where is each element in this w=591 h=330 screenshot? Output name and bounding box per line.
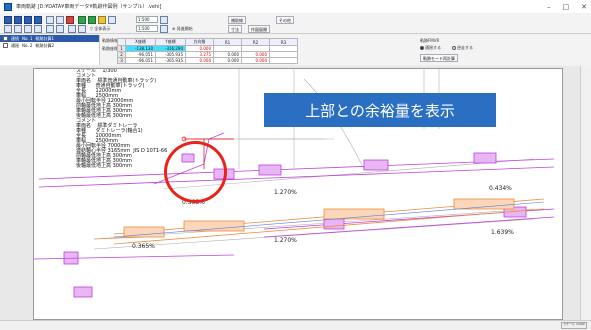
coordinate-panel: 軌跡情報 軌跡座標 X座標 Y座標 方向角 R1 R2 R3 1 -138.13…: [100, 35, 591, 65]
scale-dropdown-icon[interactable]: [160, 25, 168, 33]
close-button[interactable]: ✕: [581, 3, 587, 11]
print-icon[interactable]: [34, 16, 42, 24]
settings-icon[interactable]: [98, 16, 106, 24]
maximize-button[interactable]: □: [563, 3, 570, 11]
pointer-icon[interactable]: [68, 25, 76, 33]
other-button[interactable]: その他: [276, 16, 294, 24]
track-icon[interactable]: [88, 16, 96, 24]
track-coord-label: 軌跡座標: [102, 46, 118, 51]
scale-field[interactable]: 1:500: [136, 25, 158, 32]
track-item-1[interactable]: 連続 No. 1 軌跡計算1: [0, 35, 99, 42]
grade-label: 1.639%: [491, 229, 514, 236]
redo-icon[interactable]: [56, 16, 64, 24]
minimize-button[interactable]: –: [547, 3, 551, 11]
new-file-icon[interactable]: [4, 16, 12, 24]
start-button[interactable]: ⊕ 発進開始: [172, 26, 193, 32]
radio-on-icon[interactable]: [420, 46, 424, 50]
trailer-track-blue: [113, 201, 545, 238]
status-bar: スケール 1/300: [0, 320, 591, 330]
radio-off-icon[interactable]: [452, 46, 456, 50]
zoom-field[interactable]: 1:500: [136, 16, 158, 23]
display-setting-button[interactable]: 作図展開: [248, 25, 270, 33]
clearance-callout: 上部との余裕量を表示: [264, 93, 496, 127]
toolbar: ▽ 全体表示 1:500 1:500 ⊕ 発進開始 補助線 寸法 作図展開 その…: [0, 13, 591, 34]
option-reverse[interactable]: 逆走する: [452, 45, 473, 51]
zoom-out-icon[interactable]: [14, 25, 22, 33]
undo-icon[interactable]: [46, 16, 54, 24]
search-icon[interactable]: [46, 25, 54, 33]
track-item-2[interactable]: 通過 No. 2 軌跡計算2: [0, 42, 99, 49]
track-list: 連続 No. 1 軌跡計算1 通過 No. 2 軌跡計算2: [0, 35, 100, 65]
vehicle-icon[interactable]: [78, 16, 86, 24]
help-icon[interactable]: [108, 16, 116, 24]
zoom-in-icon[interactable]: [4, 25, 12, 33]
delete-icon[interactable]: [66, 16, 74, 24]
vertical-scrollbar[interactable]: [580, 66, 591, 320]
aux-line-button[interactable]: 補助線: [228, 16, 246, 24]
table-row[interactable]: 3 -96.051 -305.935 0.000 0.000 0.000: [117, 57, 298, 64]
zoom-dropdown-icon[interactable]: [160, 16, 168, 24]
dimension-button[interactable]: 寸法: [228, 25, 242, 33]
show-all-button[interactable]: ▽ 全体表示: [90, 26, 110, 32]
grade-label: 1.270%: [274, 237, 297, 244]
fit-icon[interactable]: [34, 25, 42, 33]
recalculate-button[interactable]: 軌跡モード再計算: [420, 54, 458, 62]
zoom-window-icon[interactable]: [56, 25, 64, 33]
grid-icon[interactable]: [78, 25, 86, 33]
track-info-label: 軌跡情報: [102, 38, 118, 43]
track-checkbox-2[interactable]: [3, 43, 8, 48]
highlight-ring: [164, 141, 227, 203]
window-title: 車両軌跡 [D:¥DATA¥車両データ¥軌跡作図例（サンプル）.vehi]: [16, 4, 162, 10]
coordinate-table: X座標 Y座標 方向角 R1 R2 R3 1 -138.130 -316.290…: [117, 38, 298, 64]
options-title: 軌跡FMVR: [420, 38, 440, 43]
save-icon[interactable]: [24, 16, 32, 24]
grade-label: 1.270%: [274, 189, 297, 196]
pan-icon[interactable]: [24, 25, 32, 33]
app-icon: [4, 2, 12, 11]
scale-status: スケール 1/300: [561, 322, 587, 329]
option-pass[interactable]: 通過する: [420, 45, 441, 51]
trailer-track: [93, 198, 545, 245]
grade-label: 0.365%: [132, 243, 155, 250]
track-checkbox-1[interactable]: [3, 36, 8, 41]
open-file-icon[interactable]: [14, 16, 22, 24]
grade-label: 0.434%: [489, 185, 512, 192]
window-controls: – □ ✕: [547, 0, 587, 13]
table-header: X座標 Y座標 方向角 R1 R2 R3: [117, 38, 298, 46]
title-bar: 車両軌跡 [D:¥DATA¥車両データ¥軌跡作図例（サンプル）.vehi] – …: [0, 0, 591, 13]
